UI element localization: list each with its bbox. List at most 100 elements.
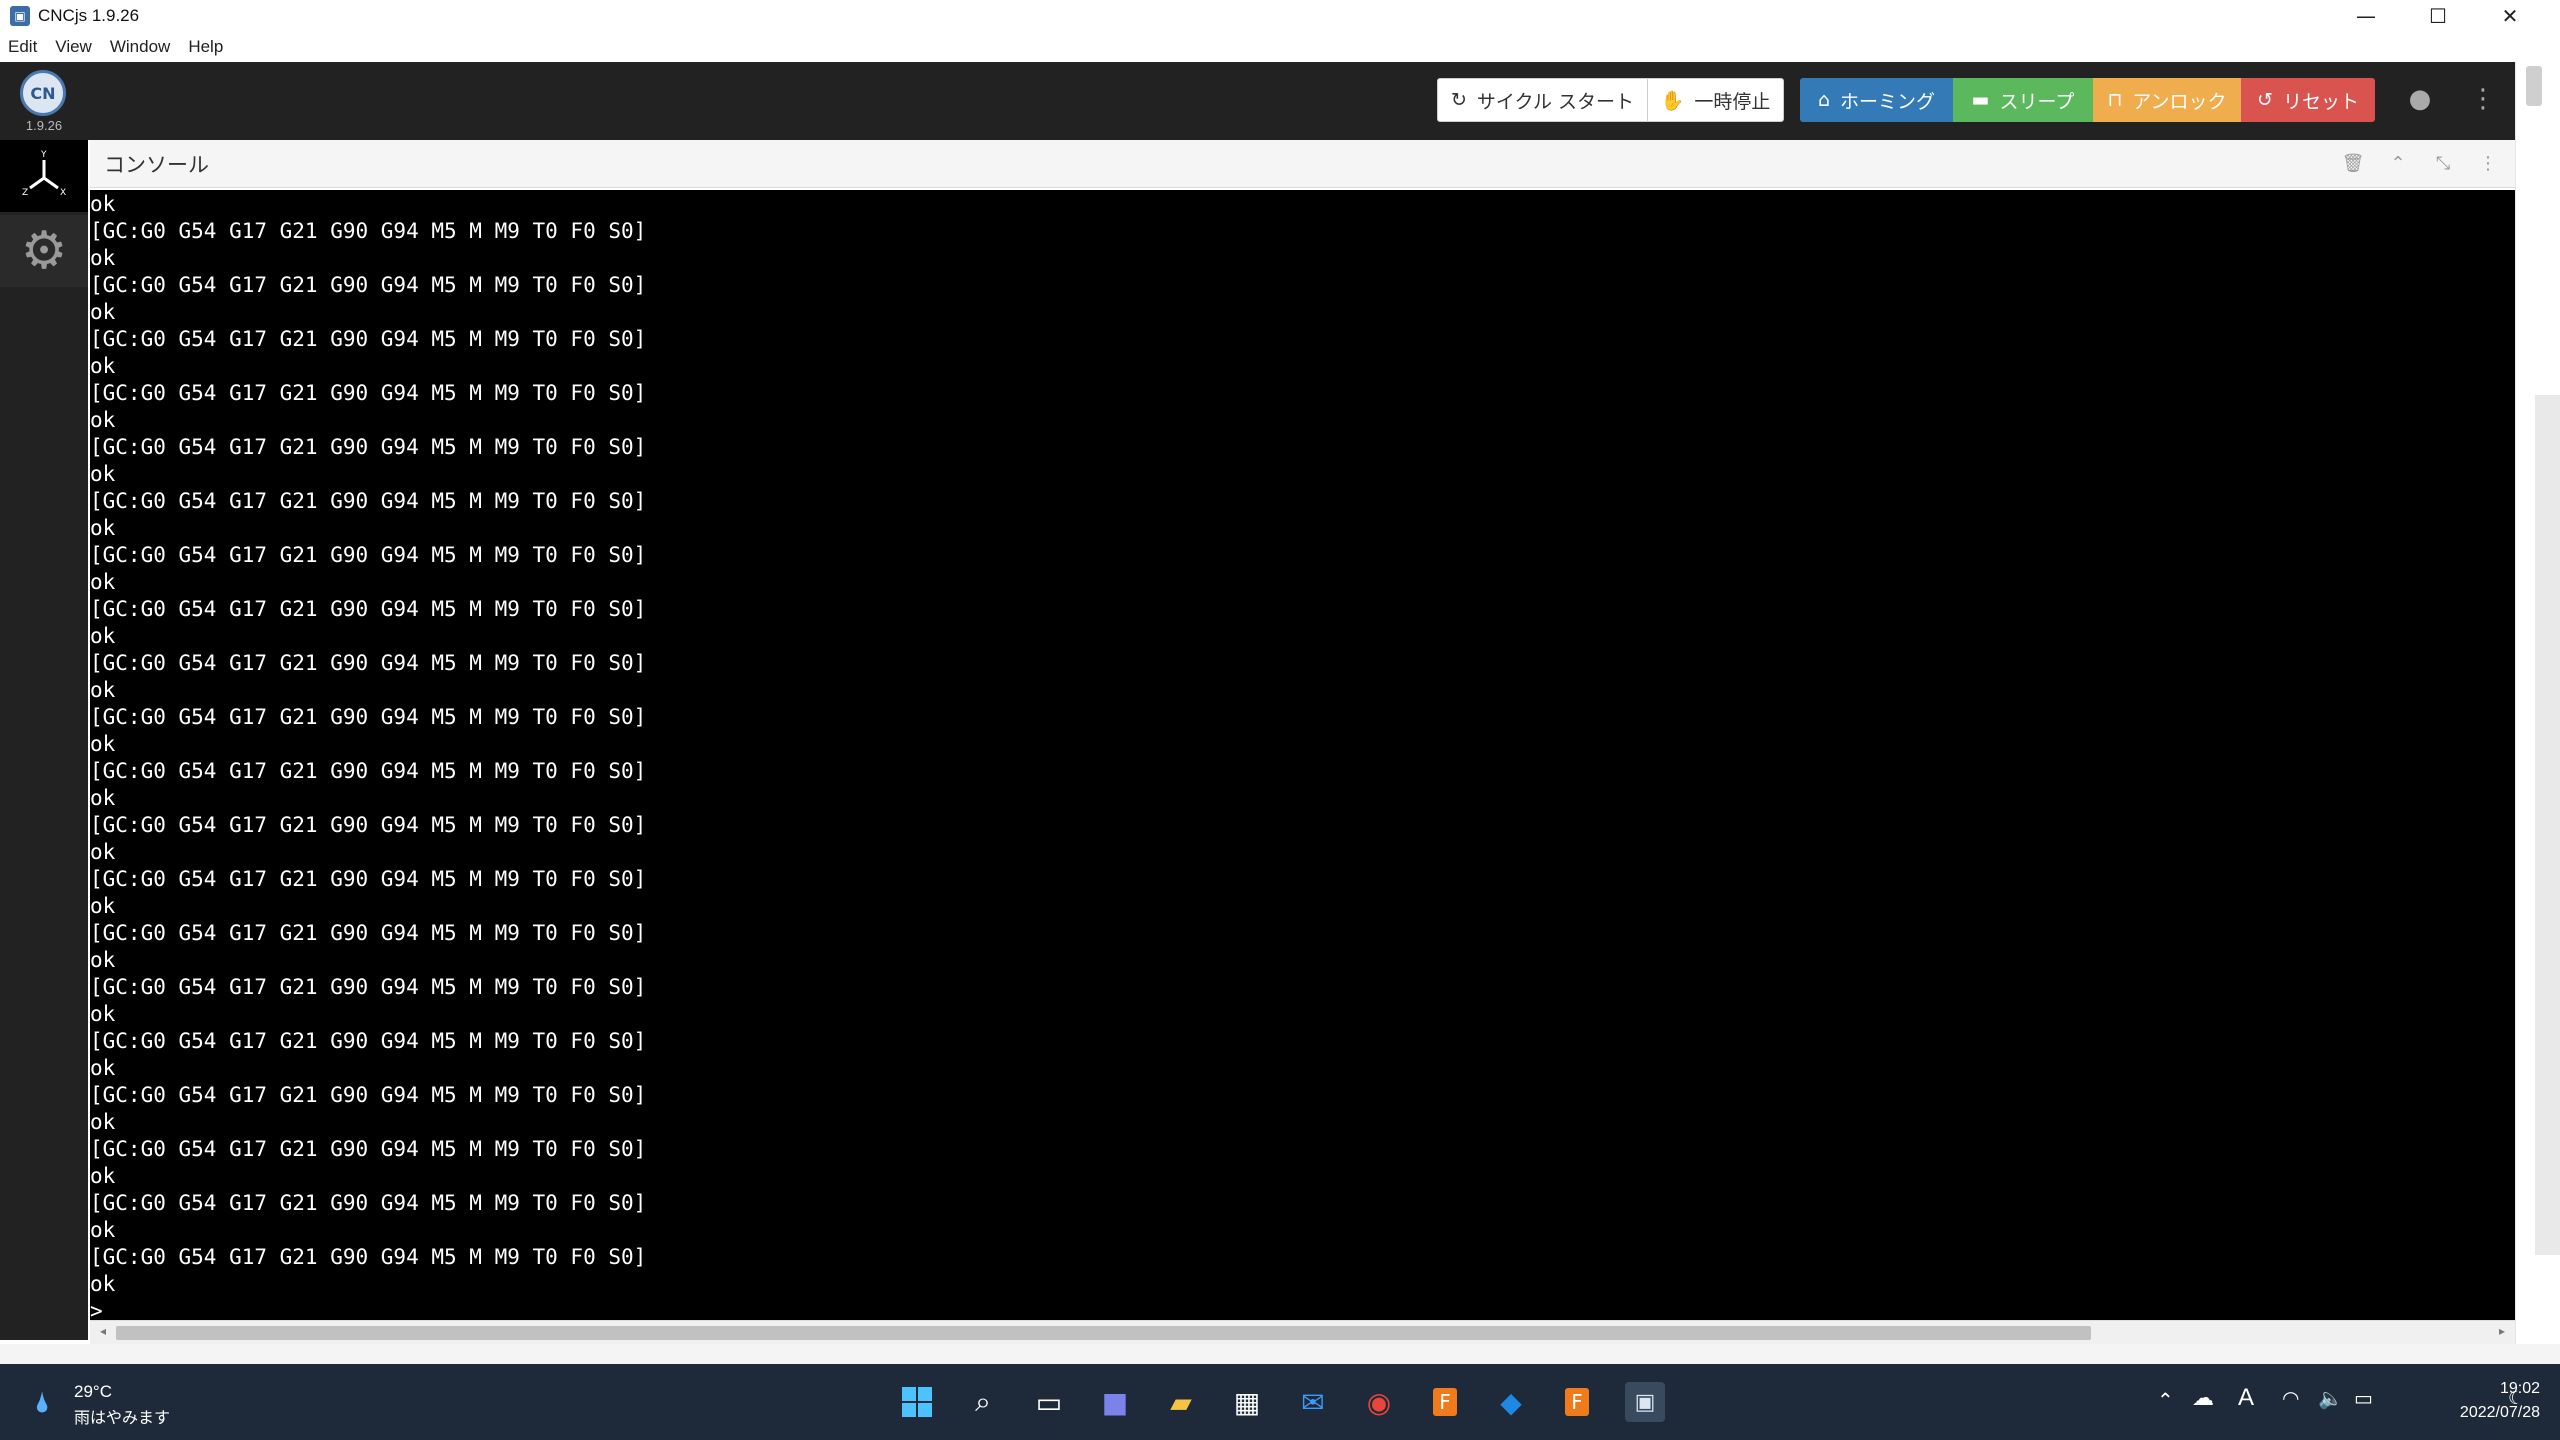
terminal-line: ok: [90, 300, 116, 324]
user-icon[interactable]: ●: [2405, 84, 2435, 118]
menu-help[interactable]: Help: [188, 37, 223, 57]
terminal-line: [GC:G0 G54 G17 G21 G90 G94 M5 M M9 T0 F0…: [90, 381, 647, 405]
terminal-line: [GC:G0 G54 G17 G21 G90 G94 M5 M M9 T0 F0…: [90, 921, 647, 945]
svg-text:Z: Z: [22, 188, 28, 198]
minimize-button[interactable]: —: [2330, 0, 2402, 32]
task-view-icon[interactable]: ▭: [1031, 1384, 1067, 1420]
compress-icon[interactable]: ⤡: [2431, 152, 2455, 176]
terminal-line: ok: [90, 516, 116, 540]
chrome-icon[interactable]: ◉: [1361, 1384, 1397, 1420]
terminal-line: [GC:G0 G54 G17 G21 G90 G94 M5 M M9 T0 F0…: [90, 867, 647, 891]
feed-hold-button[interactable]: ✋ 一時停止: [1647, 78, 1784, 122]
terminal-line: [GC:G0 G54 G17 G21 G90 G94 M5 M M9 T0 F0…: [90, 597, 647, 621]
ime-indicator[interactable]: A: [2238, 1384, 2254, 1412]
chevron-up-icon[interactable]: ⌃: [2386, 152, 2410, 176]
weather-icon[interactable]: 🌢: [34, 1386, 58, 1419]
terminal-line: [GC:G0 G54 G17 G21 G90 G94 M5 M M9 T0 F0…: [90, 543, 647, 567]
menu-window[interactable]: Window: [110, 37, 170, 57]
terminal-line: ok: [90, 354, 116, 378]
mail-icon[interactable]: ✉: [1295, 1384, 1331, 1420]
cncjs-icon[interactable]: ▣: [1625, 1382, 1665, 1422]
refresh-icon: ↻: [1450, 89, 1467, 111]
terminal-line: [GC:G0 G54 G17 G21 G90 G94 M5 M M9 T0 F0…: [90, 1083, 647, 1107]
console-terminal[interactable]: ok [GC:G0 G54 G17 G21 G90 G94 M5 M M9 T0 …: [90, 190, 2515, 1320]
moon-icon[interactable]: ☾: [2508, 1388, 2524, 1409]
teams-icon[interactable]: ■: [1097, 1384, 1133, 1420]
terminal-line: [GC:G0 G54 G17 G21 G90 G94 M5 M M9 T0 F0…: [90, 435, 647, 459]
terminal-line: [GC:G0 G54 G17 G21 G90 G94 M5 M M9 T0 F0…: [90, 1029, 647, 1053]
volume-icon[interactable]: 🔈: [2318, 1386, 2343, 1410]
store-icon[interactable]: ▦: [1229, 1384, 1265, 1420]
sidebar: Y Z X ⚙: [0, 140, 88, 1340]
terminal-line: ok: [90, 1272, 116, 1296]
app-icon[interactable]: ◆: [1493, 1384, 1529, 1420]
terminal-line: ok: [90, 894, 116, 918]
sleep-label: スリープ: [1999, 90, 2075, 113]
terminal-line: ok: [90, 840, 116, 864]
onedrive-icon[interactable]: ☁: [2192, 1386, 2214, 1411]
terminal-line: ok: [90, 1218, 116, 1242]
terminal-line: [GC:G0 G54 G17 G21 G90 G94 M5 M M9 T0 F0…: [90, 273, 647, 297]
terminal-line: ok: [90, 678, 116, 702]
axes-icon: Y Z X: [22, 150, 66, 198]
terminal-line: ok: [90, 570, 116, 594]
close-button[interactable]: ✕: [2474, 0, 2546, 32]
terminal-line: ok: [90, 1110, 116, 1134]
unlock-button[interactable]: ⊓ アンロック: [2093, 78, 2241, 122]
maximize-button[interactable]: ☐: [2402, 0, 2474, 32]
search-icon[interactable]: ⌕: [965, 1384, 1001, 1420]
menu-edit[interactable]: Edit: [8, 37, 37, 57]
gear-icon: ⚙: [20, 221, 68, 281]
cycle-start-label: サイクル スタート: [1476, 90, 1634, 113]
svg-text:Y: Y: [40, 150, 47, 160]
console-title: コンソール: [104, 152, 209, 177]
menu-view[interactable]: View: [55, 37, 92, 57]
hand-icon: ✋: [1660, 89, 1685, 112]
cycle-start-button[interactable]: ↻ サイクル スタート: [1437, 78, 1648, 122]
wifi-icon[interactable]: ◠: [2282, 1386, 2299, 1410]
homing-button[interactable]: ⌂ ホーミング: [1800, 78, 1953, 122]
terminal-line: [GC:G0 G54 G17 G21 G90 G94 M5 M M9 T0 F0…: [90, 651, 647, 675]
side-panel-scroll[interactable]: [2535, 395, 2560, 1255]
bed-icon: ▬: [1971, 89, 1990, 111]
chevron-up-icon[interactable]: ⌃: [2157, 1388, 2174, 1412]
more-vertical-icon[interactable]: ⋮: [2476, 152, 2500, 176]
battery-icon[interactable]: ▭: [2354, 1386, 2373, 1410]
terminal-line: [GC:G0 G54 G17 G21 G90 G94 M5 M M9 T0 F0…: [90, 489, 647, 513]
terminal-line: ok: [90, 1164, 116, 1188]
homing-label: ホーミング: [1840, 90, 1936, 113]
undo-icon: ↺: [2257, 89, 2273, 111]
terminal-line: ok: [90, 732, 116, 756]
version-label: 1.9.26: [25, 118, 63, 133]
console-widget-header: コンソール 🗑 ⌃ ⤡ ⋮: [90, 140, 2515, 188]
unlock-label: アンロック: [2132, 90, 2227, 113]
horizontal-scrollbar[interactable]: ◂ ▸: [90, 1320, 2515, 1344]
more-vertical-icon[interactable]: ⋮: [2470, 84, 2496, 118]
weather-temperature[interactable]: 29°C: [74, 1382, 112, 1402]
start-icon[interactable]: [899, 1384, 935, 1420]
reset-button[interactable]: ↺ リセット: [2241, 78, 2375, 122]
terminal-line: ok: [90, 462, 116, 486]
scroll-left-icon[interactable]: ◂: [94, 1324, 112, 1342]
clock-time[interactable]: 19:02: [2440, 1380, 2540, 1398]
terminal-line: ok: [90, 1002, 116, 1026]
sleep-button[interactable]: ▬ スリープ: [1953, 78, 2093, 122]
terminal-line: ok: [90, 408, 116, 432]
terminal-line: ok: [90, 1056, 116, 1080]
scroll-right-icon[interactable]: ▸: [2493, 1324, 2511, 1342]
fusion360-icon[interactable]: F: [1427, 1384, 1463, 1420]
terminal-line: [GC:G0 G54 G17 G21 G90 G94 M5 M M9 T0 F0…: [90, 1191, 647, 1215]
horizontal-scrollbar-thumb[interactable]: [116, 1326, 2091, 1340]
terminal-line: ok: [90, 246, 116, 270]
cncjs-logo[interactable]: CN: [20, 70, 66, 116]
fusion360-icon[interactable]: F: [1559, 1384, 1595, 1420]
weather-description[interactable]: 雨はやみます: [74, 1404, 170, 1428]
sidebar-item-settings[interactable]: ⚙: [0, 215, 88, 287]
sidebar-item-workspace[interactable]: Y Z X: [0, 140, 88, 212]
trash-icon[interactable]: 🗑: [2341, 152, 2365, 176]
background-window-strip: [0, 1344, 2560, 1364]
file-explorer-icon[interactable]: ▰: [1163, 1384, 1199, 1420]
terminal-output: ok [GC:G0 G54 G17 G21 G90 G94 M5 M M9 T0 …: [90, 190, 2515, 1298]
terminal-prompt[interactable]: >: [90, 1298, 2515, 1320]
vertical-scrollbar-thumb[interactable]: [2526, 66, 2542, 106]
